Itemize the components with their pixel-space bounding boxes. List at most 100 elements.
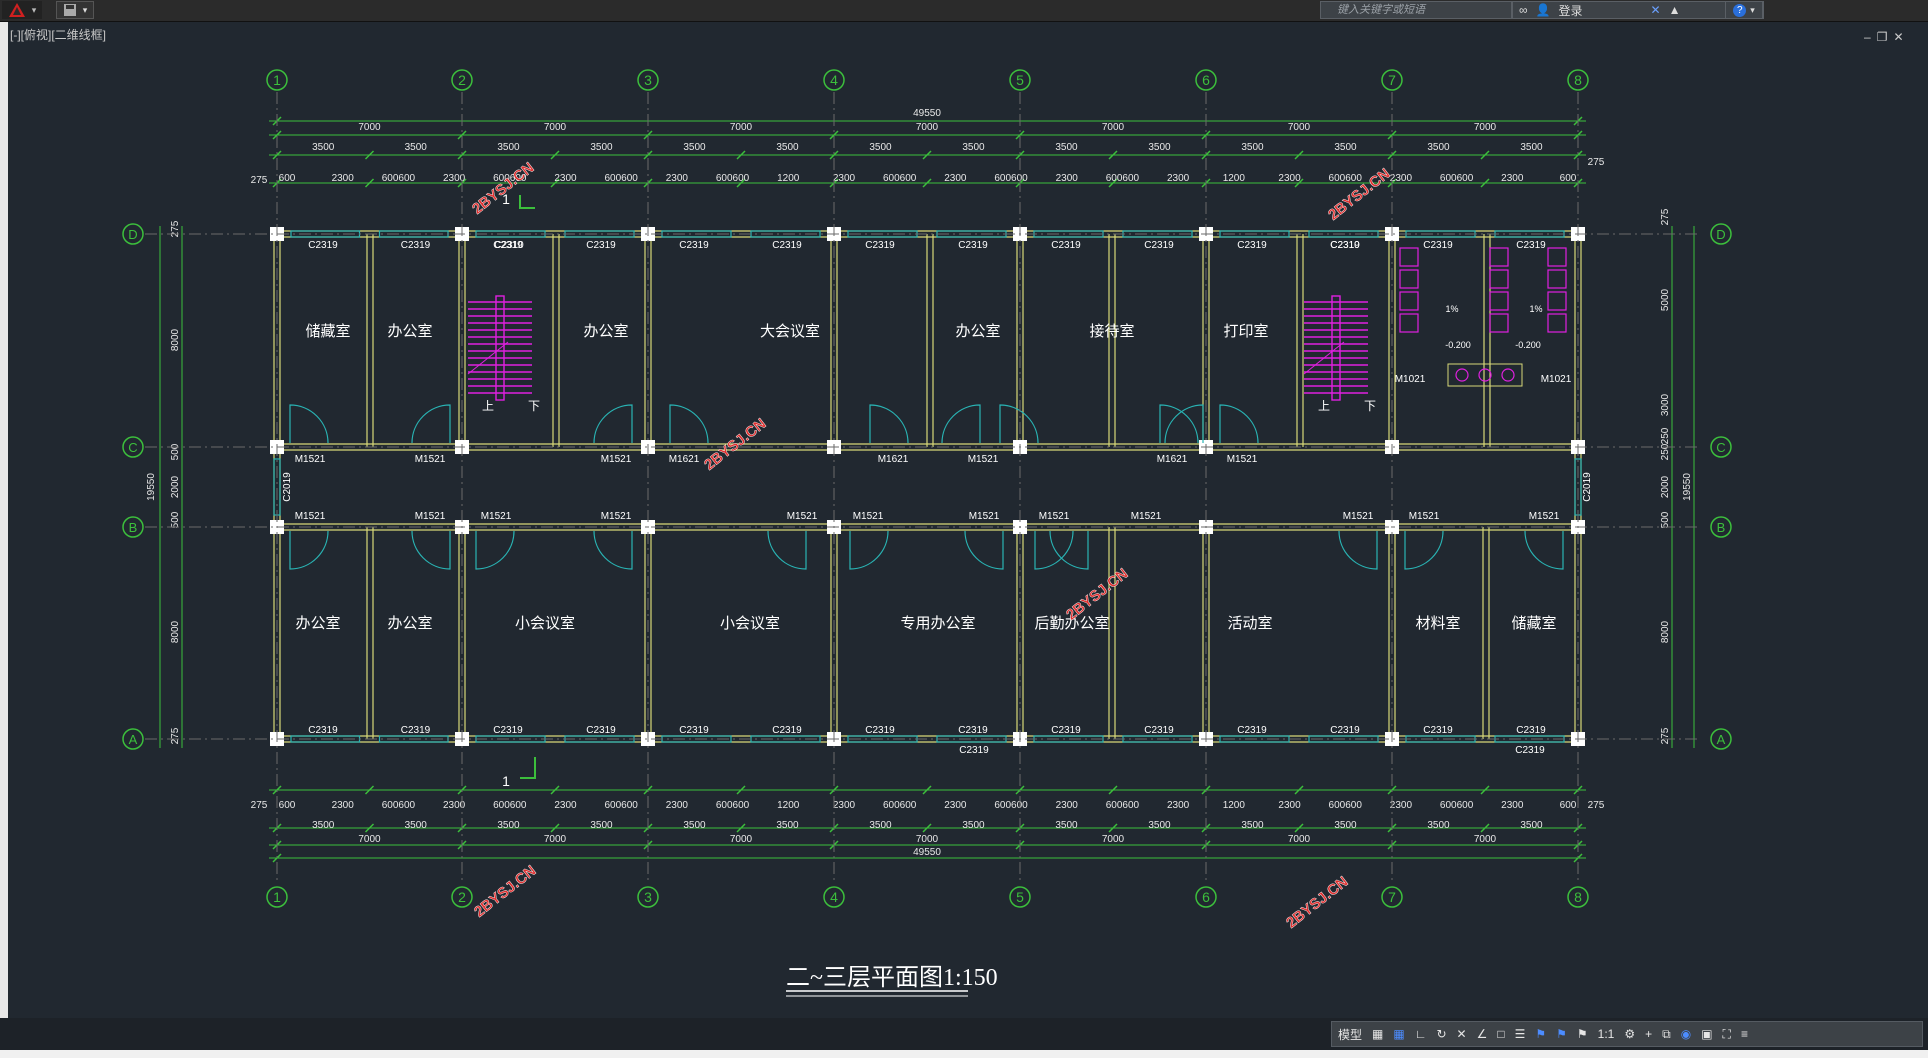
window-label: C2319 <box>1144 725 1174 736</box>
dim-text: 600600 <box>716 800 750 811</box>
room-label: 办公室 <box>583 323 628 340</box>
window-label: C2319 <box>1423 240 1453 251</box>
dim-text: 19550 <box>146 473 157 501</box>
room-label: 小会议室 <box>720 615 780 632</box>
dim-text: 2300 <box>554 800 577 811</box>
washbasin <box>1478 368 1492 382</box>
washbasin-counter <box>1447 363 1523 387</box>
snap-icon[interactable]: ▦ <box>1393 1027 1404 1041</box>
dim-text: 600600 <box>1106 800 1140 811</box>
axis-number: 3 <box>644 72 652 88</box>
ortho-icon[interactable]: ∟ <box>1415 1027 1427 1041</box>
door-label: M1521 <box>601 511 632 522</box>
dim-text: 3500 <box>1334 142 1357 153</box>
dim-text: 7000 <box>544 834 567 845</box>
fullscreen-icon[interactable]: ⛶ <box>1723 1027 1731 1042</box>
watermark: 2BYSJ.CN <box>1283 873 1351 932</box>
dim-text: 3500 <box>1055 142 1078 153</box>
axis-letter: B <box>1717 520 1726 535</box>
angle-icon[interactable]: ∠ <box>1477 1027 1488 1041</box>
dim-text: 3500 <box>1148 142 1171 153</box>
status-toolbar: 模型 ▦ ▦ ∟ ↻ ✕ ∠ □ ☰ ⚑ ⚑ ⚑ 1:1 ⚙ + ⧉ ◉ ▣ ⛶… <box>1331 1021 1923 1047</box>
model-button[interactable]: 模型 <box>1338 1026 1362 1043</box>
menu-icon[interactable]: ≡ <box>1741 1027 1748 1041</box>
annotation-icon[interactable]: ⚑ <box>1535 1027 1546 1041</box>
drawing-canvas[interactable]: 495507000 7000 7000 7000 7000 7000 70003500 350… <box>0 0 1928 1018</box>
door-swing <box>593 404 633 444</box>
dim-text: 8000 <box>170 620 181 643</box>
axis-number: 1 <box>273 889 281 905</box>
axis-number: 3 <box>644 889 652 905</box>
annotation-scale-icon[interactable]: ⚑ <box>1577 1027 1588 1041</box>
door-label: M1021 <box>1541 374 1572 385</box>
window-label: C2319 <box>772 240 802 251</box>
dim-text: 2000 <box>170 475 181 498</box>
door-swing <box>289 404 329 444</box>
door-label: M1521 <box>969 511 1000 522</box>
grid-icon[interactable]: ▦ <box>1372 1027 1383 1041</box>
axis-letter: C <box>128 440 137 455</box>
door-label: M1521 <box>1039 511 1070 522</box>
stair-down-label: 下 <box>1364 399 1376 413</box>
dim-text: 2300 <box>1501 800 1524 811</box>
dim-text: 3500 <box>962 820 985 831</box>
axis-number: 8 <box>1574 72 1582 88</box>
toilet-level: -0.200 <box>1445 340 1471 350</box>
toilet-slope: 1% <box>1529 304 1542 314</box>
plus-icon[interactable]: + <box>1645 1027 1652 1041</box>
dim-text: 275 <box>170 220 181 237</box>
polar-icon[interactable]: ↻ <box>1436 1027 1446 1041</box>
workspace-icon[interactable]: ⧉ <box>1662 1027 1671 1042</box>
dim-text: 2300 <box>833 173 856 184</box>
rectangle-icon[interactable]: □ <box>1497 1027 1504 1041</box>
osnap-icon[interactable]: ✕ <box>1457 1027 1467 1041</box>
door-label: M1521 <box>295 511 326 522</box>
dim-text: 7000 <box>544 122 567 133</box>
dim-text: 2300 <box>1167 800 1190 811</box>
window-label: C2319 <box>586 240 616 251</box>
room-label: 材料室 <box>1415 615 1460 632</box>
toilet-stall <box>1399 291 1419 311</box>
toilet-stall <box>1489 247 1509 267</box>
window-label: C2319 <box>1237 725 1267 736</box>
dim-text: 8000 <box>1660 620 1671 643</box>
dim-text: 3500 <box>962 142 985 153</box>
stair-down-label: 下 <box>528 399 540 413</box>
window-label: C2319 <box>1051 240 1081 251</box>
axis-number: 1 <box>273 72 281 88</box>
dim-text: 500 <box>1660 511 1671 528</box>
window-label: C2319 <box>958 725 988 736</box>
dim-text: 7000 <box>916 122 939 133</box>
dim-text: 49550 <box>913 108 941 119</box>
dim-text: 3500 <box>1427 820 1450 831</box>
section-arrow <box>520 757 536 779</box>
axis-number: 8 <box>1574 889 1582 905</box>
window-label: C2319 <box>865 240 895 251</box>
dim-text: 2300 <box>833 800 856 811</box>
axis-letter: D <box>128 227 137 242</box>
lineweight-icon[interactable]: ☰ <box>1515 1027 1526 1041</box>
door-swing <box>475 530 515 570</box>
dim-text: 2300 <box>1167 173 1190 184</box>
dim-text: 275 <box>170 727 181 744</box>
dim-text: 3500 <box>1520 142 1543 153</box>
room-label: 专用办公室 <box>900 615 975 632</box>
room-label: 大会议室 <box>760 323 820 340</box>
dim-text: 600600 <box>883 800 917 811</box>
dim-text: 3000 <box>1660 393 1671 416</box>
dim-text: 275 <box>251 800 268 811</box>
drawing-title: 二~三层平面图1:150 <box>786 965 998 991</box>
dim-text: 600600 <box>1440 173 1474 184</box>
dim-text: 3500 <box>776 820 799 831</box>
annotation-visibility-icon[interactable]: ⚑ <box>1556 1027 1567 1041</box>
isolate-icon[interactable]: ◉ <box>1681 1027 1691 1041</box>
grid-axes: 1 1 2 2 3 3 4 4 5 5 6 6 7 7 8 8 D D C C B B A A <box>122 69 1732 908</box>
axis-letter: C <box>1716 440 1725 455</box>
dim-text: 2300 <box>666 800 689 811</box>
toilet-stall <box>1547 313 1567 333</box>
window-label: C2319 <box>958 240 988 251</box>
dim-text: 600600 <box>382 800 416 811</box>
hardware-icon[interactable]: ▣ <box>1701 1027 1712 1041</box>
gear-icon[interactable]: ⚙ <box>1624 1027 1635 1041</box>
scale-select[interactable]: 1:1 <box>1598 1027 1615 1041</box>
